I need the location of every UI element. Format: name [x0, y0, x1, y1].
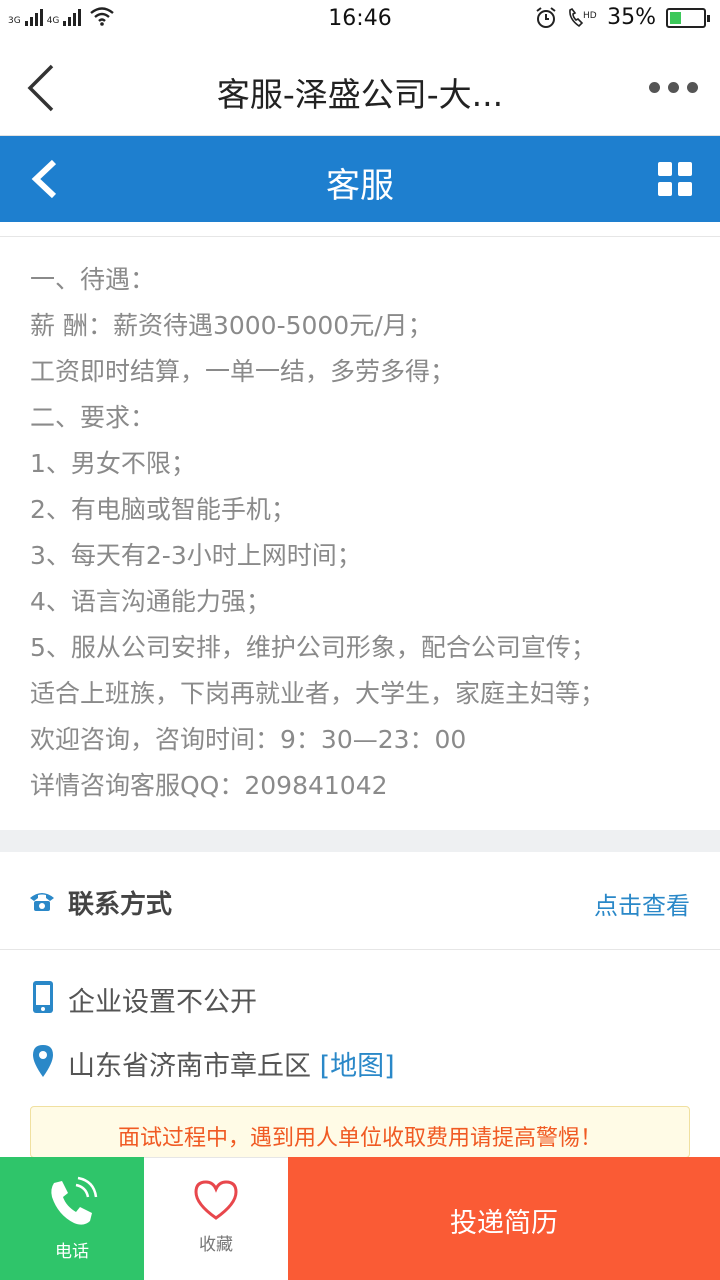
description-line: 一、待遇： [30, 265, 156, 294]
section-divider [0, 830, 720, 852]
battery-percent: 35% [607, 5, 656, 30]
call-label: 电话 [55, 1242, 89, 1262]
battery-icon [666, 7, 710, 28]
mobile-phone-icon [33, 981, 53, 1013]
blue-header: 客服 [0, 136, 720, 222]
status-right: HD 35% [535, 5, 710, 30]
location-pin-icon [33, 1045, 53, 1077]
description-line: 薪 酬：薪资待遇3000-5000元/月； [30, 311, 433, 340]
page-title: 客服-泽盛公司-大... [216, 75, 504, 114]
favorite-label: 收藏 [199, 1235, 233, 1255]
status-bar: 3G 4G 16:46 HD 35% [0, 0, 720, 38]
address-row: 山东省济南市章丘区 [地图] [0, 1030, 720, 1090]
phone-call-icon [51, 1176, 98, 1225]
description-line: 二、要求： [30, 403, 156, 432]
address-value: 山东省济南市章丘区 [68, 1051, 320, 1082]
fraud-warning: 面试过程中，遇到用人单位收取费用请提高警惕！ [30, 1106, 690, 1158]
view-contact-link[interactable]: 点击查看 [594, 886, 690, 921]
phone-row: 企业设置不公开 [0, 966, 720, 1026]
description-line: 2、有电脑或智能手机； [30, 495, 296, 524]
description-line: 4、语言沟通能力强； [30, 587, 271, 616]
description-line: 工资即时结算，一单一结，多劳多得； [30, 357, 456, 386]
more-icon[interactable] [649, 82, 698, 93]
heart-icon [194, 1180, 238, 1220]
description-line: 5、服从公司安排，维护公司形象，配合公司宣传； [30, 633, 596, 662]
grid-menu-icon[interactable] [658, 162, 692, 196]
alarm-icon [536, 6, 556, 28]
contact-title: 联系方式 [68, 890, 173, 920]
description-line: 1、男女不限； [30, 449, 196, 478]
map-link[interactable]: [地图] [320, 1051, 395, 1082]
svg-text:HD: HD [583, 11, 597, 21]
description-line: 3、每天有2-3小时上网时间； [30, 541, 362, 570]
telephone-icon [30, 893, 54, 911]
hd-call-icon: HD [569, 7, 597, 27]
back-chevron-icon[interactable] [26, 62, 74, 114]
description-line: 适合上班族，下岗再就业者，大学生，家庭主妇等； [30, 679, 606, 708]
address-text: 山东省济南市章丘区 [地图] [68, 1044, 395, 1083]
apply-resume-button[interactable]: 投递简历 [288, 1157, 720, 1280]
bottom-action-bar: 电话 收藏 投递简历 [0, 1157, 720, 1280]
description-line: 欢迎咨询，咨询时间：9：30—23：00 [30, 725, 467, 754]
contact-section-header: 联系方式 点击查看 [0, 852, 720, 950]
title-bar: 客服-泽盛公司-大... [0, 38, 720, 136]
favorite-button[interactable]: 收藏 [144, 1157, 288, 1280]
header-title: 客服 [326, 166, 394, 206]
job-description: 一、待遇： 薪 酬：薪资待遇3000-5000元/月； 工资即时结算，一单一结，… [0, 236, 720, 830]
call-button[interactable]: 电话 [0, 1157, 144, 1280]
battery-level [670, 11, 682, 24]
description-line: 详情咨询客服QQ：209841042 [30, 771, 388, 800]
phone-text: 企业设置不公开 [68, 987, 257, 1018]
